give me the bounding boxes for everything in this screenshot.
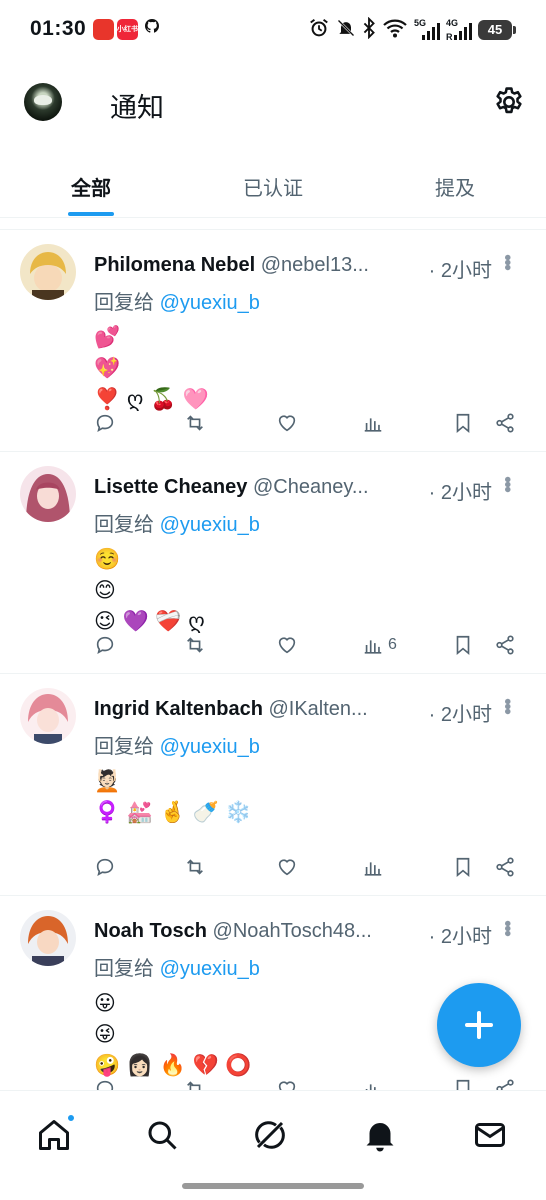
alarm-icon (308, 17, 330, 44)
notification-feed: Philomena Nebel @nebel13... · 2小时 ••• 回复… (0, 218, 546, 1118)
user-handle[interactable]: @NoahTosch48... (213, 920, 372, 943)
user-handle[interactable]: @nebel13... (261, 254, 369, 277)
search-icon[interactable] (144, 1117, 184, 1157)
like-icon[interactable] (276, 854, 298, 880)
like-icon[interactable] (276, 410, 298, 436)
emoji-line: ☺️ (94, 547, 121, 571)
user-display-name[interactable]: Lisette Cheaney (94, 476, 247, 498)
emoji-line: 💖 (94, 356, 121, 380)
views-icon[interactable] (362, 854, 388, 880)
compose-button[interactable] (437, 983, 521, 1067)
mute-icon (336, 17, 356, 44)
user-avatar[interactable] (20, 688, 76, 744)
app-notification-icon (93, 19, 114, 40)
grok-icon[interactable] (252, 1117, 292, 1157)
mention-link[interactable]: @yuexiu_b (160, 514, 260, 536)
tab-mentions[interactable]: 提及 (364, 150, 546, 217)
reply-icon[interactable] (94, 854, 116, 880)
share-icon[interactable] (494, 854, 516, 880)
tab-verified[interactable]: 已认证 (182, 150, 364, 217)
user-handle[interactable]: @Cheaney... (253, 476, 369, 499)
post-time: · 2小时 (428, 260, 492, 282)
bell-icon[interactable] (362, 1117, 402, 1157)
user-display-name[interactable]: Ingrid Kaltenbach (94, 698, 263, 720)
reply-icon[interactable] (94, 632, 116, 658)
post-actions: 6 (94, 632, 524, 660)
more-icon[interactable]: ••• (495, 476, 518, 491)
home-icon[interactable] (36, 1113, 76, 1157)
home-indicator[interactable] (182, 1183, 364, 1189)
mention-link[interactable]: @yuexiu_b (160, 292, 260, 314)
user-display-name[interactable]: Noah Tosch (94, 920, 207, 942)
emoji-line: 😊 (94, 578, 116, 602)
post-time: · 2小时 (428, 704, 492, 726)
reply-prefix: 回复给 (94, 958, 154, 980)
retweet-icon[interactable] (184, 410, 206, 436)
signal-4g-icon: 4G R (446, 18, 472, 42)
post-actions (94, 854, 524, 882)
post-content: ☺️ 😊 😉 💜 ❤️‍🩹 ღ (94, 544, 205, 637)
post-content: 💕 💖 ❣️ ღ 🍒 🩷 (94, 322, 209, 415)
signal-5g-icon: 5G (414, 18, 440, 42)
retweet-icon[interactable] (184, 632, 206, 658)
user-avatar[interactable] (20, 244, 76, 300)
wifi-icon (382, 17, 408, 44)
github-notification-icon (143, 18, 161, 39)
reply-notification[interactable]: Lisette Cheaney @Cheaney... · 2小时 ••• 回复… (0, 452, 546, 674)
reply-prefix: 回复给 (94, 514, 154, 536)
status-time: 01:30 (30, 17, 87, 40)
reply-prefix: 回复给 (94, 736, 154, 758)
share-icon[interactable] (494, 632, 516, 658)
status-indicators: 5G 4G R 45 (308, 16, 516, 44)
user-avatar[interactable] (20, 466, 76, 522)
reply-prefix: 回复给 (94, 292, 154, 314)
emoji-line: ♀️ 💒 🤞 🍼 ❄️ (94, 800, 252, 824)
user-avatar[interactable] (20, 910, 76, 966)
bookmark-icon[interactable] (452, 410, 474, 436)
bookmark-icon[interactable] (452, 632, 474, 658)
like-icon[interactable] (276, 632, 298, 658)
emoji-line: 😜 (94, 1022, 116, 1046)
retweet-icon[interactable] (184, 854, 206, 880)
account-avatar[interactable] (24, 83, 62, 121)
bookmark-icon[interactable] (452, 854, 474, 880)
emoji-line: 😛 (94, 991, 116, 1015)
bluetooth-icon (362, 16, 376, 44)
new-content-dot (66, 1113, 76, 1123)
views-icon[interactable]: 6 (362, 632, 397, 658)
more-icon[interactable]: ••• (495, 254, 518, 269)
top-app-bar: 通知 (0, 60, 546, 150)
user-handle[interactable]: @IKalten... (268, 698, 367, 721)
reply-notification[interactable]: Ingrid Kaltenbach @IKalten... · 2小时 ••• … (0, 674, 546, 896)
emoji-line: 💕 (94, 325, 121, 349)
mail-icon[interactable] (472, 1117, 512, 1157)
post-content: 💆🏻 ♀️ 💒 🤞 🍼 ❄️ (94, 766, 251, 828)
more-icon[interactable]: ••• (495, 698, 518, 713)
post-actions (94, 410, 524, 438)
tab-all[interactable]: 全部 (0, 150, 182, 217)
mention-link[interactable]: @yuexiu_b (160, 958, 260, 980)
reply-icon[interactable] (94, 410, 116, 436)
mention-link[interactable]: @yuexiu_b (160, 736, 260, 758)
post-content: 😛 😜 🤪 👩🏻 🔥 💔 ⭕ (94, 988, 251, 1081)
share-icon[interactable] (494, 410, 516, 436)
post-time: · 2小时 (428, 926, 492, 948)
page-title: 通知 (110, 93, 164, 123)
view-count: 6 (388, 636, 397, 653)
status-bar: 01:30 小红书 5G 4G R 45 (0, 0, 546, 60)
user-display-name[interactable]: Philomena Nebel (94, 254, 255, 276)
battery-indicator: 45 (478, 20, 516, 40)
emoji-line: 💆🏻 (94, 769, 121, 793)
views-icon[interactable] (362, 410, 388, 436)
xiaohongshu-notification-icon: 小红书 (117, 19, 138, 40)
more-icon[interactable]: ••• (495, 920, 518, 935)
gear-icon[interactable] (492, 85, 526, 119)
post-time: · 2小时 (428, 482, 492, 504)
notification-tabs: 全部 已认证 提及 (0, 150, 546, 218)
reply-notification[interactable]: Philomena Nebel @nebel13... · 2小时 ••• 回复… (0, 230, 546, 452)
